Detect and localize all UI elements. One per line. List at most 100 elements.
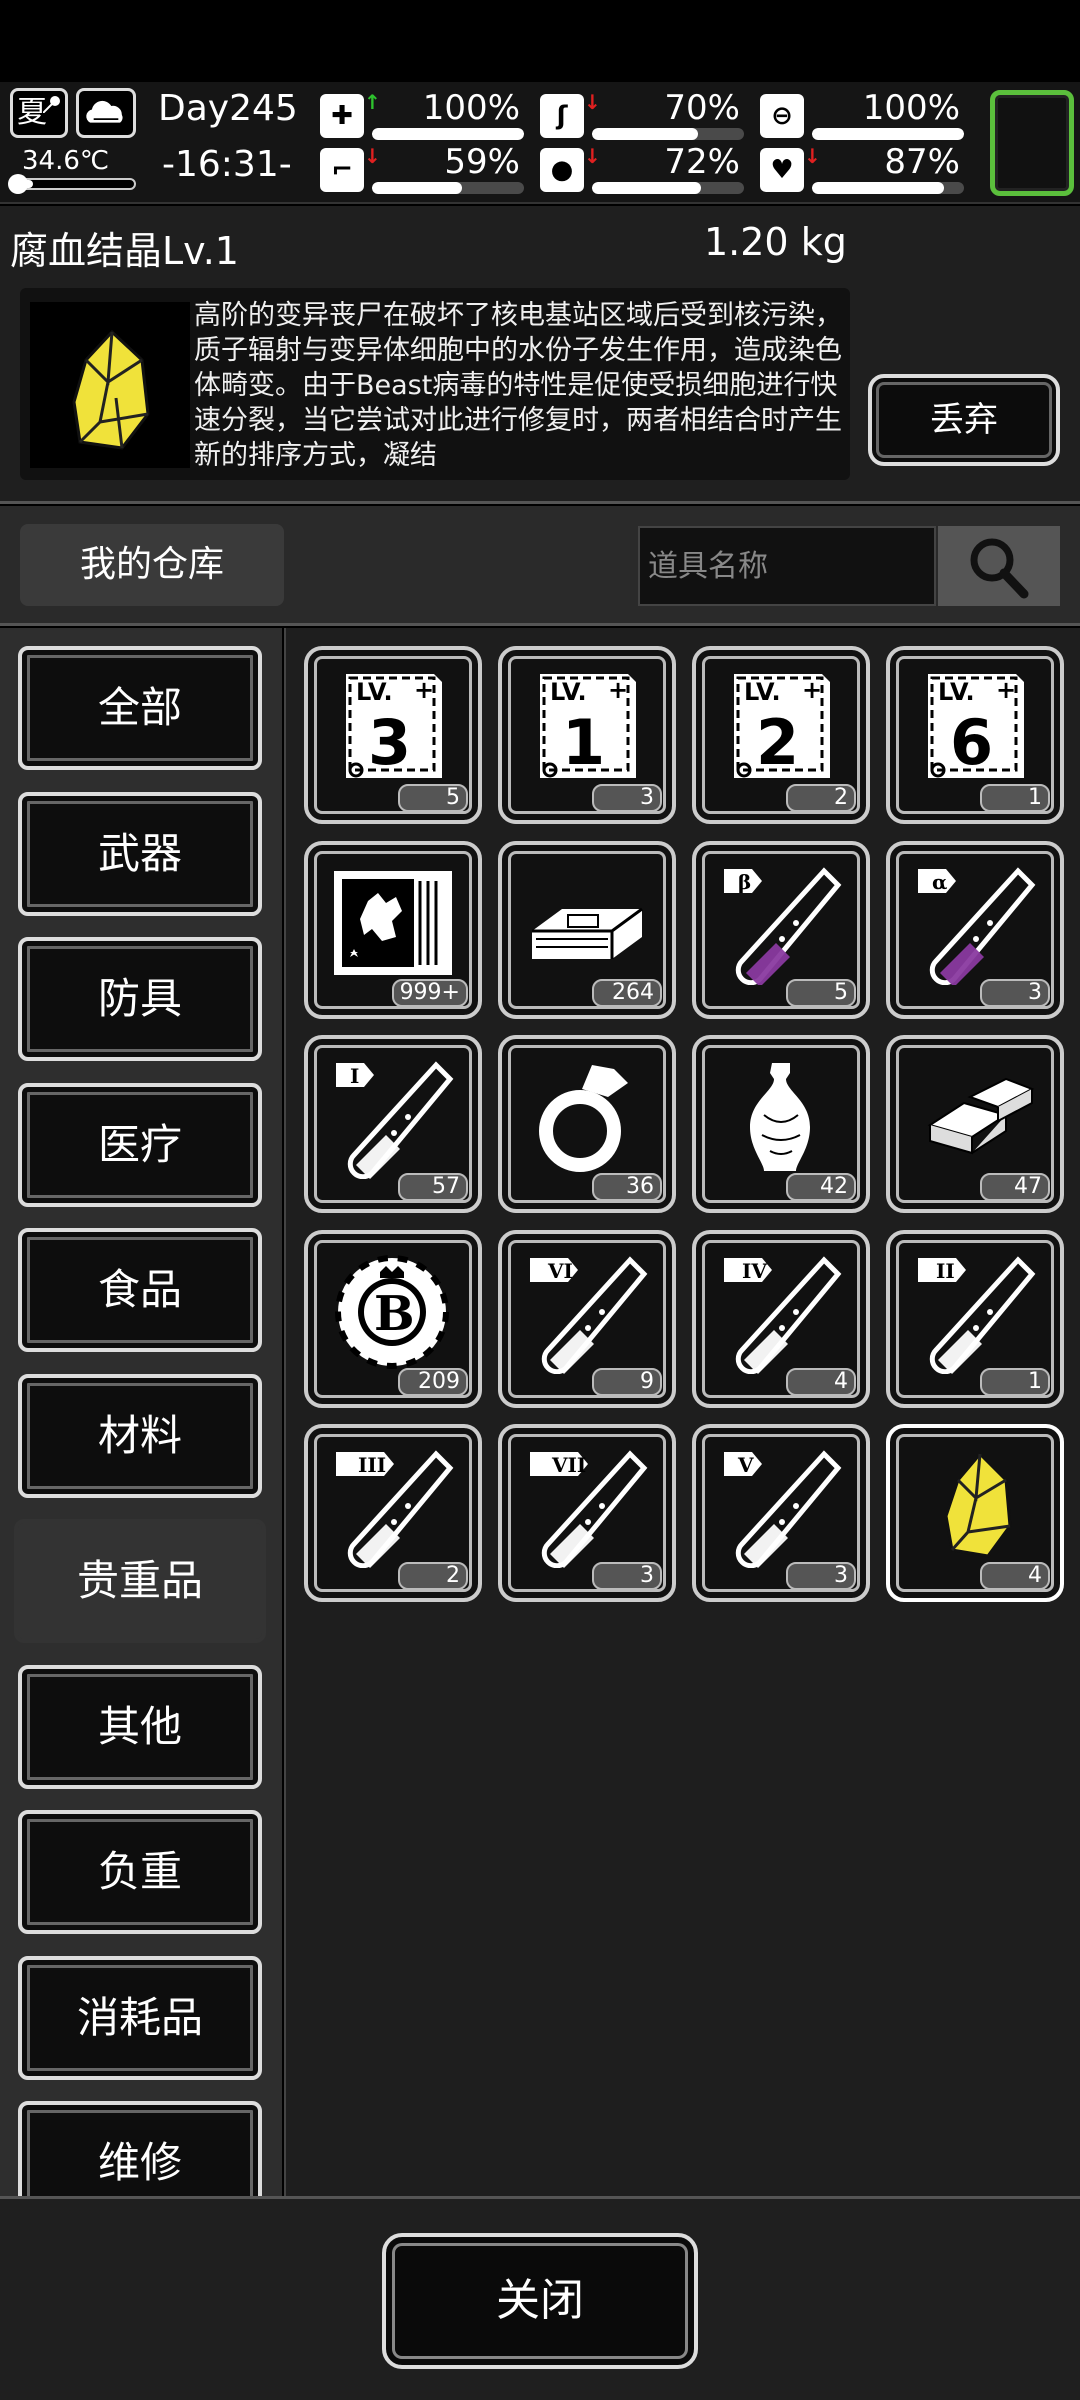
category-tab[interactable]: 防具	[18, 937, 262, 1061]
item-quantity: 5	[786, 978, 856, 1007]
inventory-item[interactable]: 36	[498, 1035, 676, 1213]
stat-thirst: ● ↓ 72%	[540, 142, 746, 196]
item-quantity: 209	[398, 1367, 468, 1396]
equipped-slot[interactable]	[990, 90, 1074, 196]
svg-text:+: +	[608, 676, 628, 704]
inventory-item[interactable]: III 2	[304, 1424, 482, 1602]
category-tab[interactable]: 全部	[18, 646, 262, 770]
category-tab[interactable]: 维修	[18, 2101, 262, 2196]
yellow-crystal-icon	[30, 302, 190, 468]
stat-value: 72%	[664, 142, 740, 182]
category-tab[interactable]: 贵重品	[14, 1519, 266, 1643]
svg-text:α: α	[932, 870, 947, 894]
svg-text:1: 1	[562, 706, 605, 779]
inventory-item[interactable]: II 1	[886, 1229, 1064, 1408]
inventory-item[interactable]: 999+	[304, 840, 482, 1019]
item-quantity: 3	[592, 1562, 662, 1590]
svg-text:LV.: LV.	[744, 678, 781, 706]
close-button[interactable]: 关闭	[382, 2233, 698, 2369]
item-name-search-input[interactable]	[638, 526, 936, 606]
item-description-box: 高阶的变异丧尸在破坏了核电基站区域后受到核污染，质子辐射与变异体细胞中的水份子发…	[20, 288, 850, 480]
item-quantity: 264	[592, 978, 662, 1007]
season-indicator: 夏	[10, 88, 68, 138]
inventory-item[interactable]: LV. + 1 3	[498, 646, 676, 824]
stat-value: 59%	[444, 142, 520, 182]
inventory-item[interactable]: V 3	[692, 1424, 870, 1602]
item-quantity: 999+	[391, 978, 468, 1007]
svg-text:6: 6	[950, 706, 993, 779]
category-tab[interactable]: 消耗品	[18, 1955, 262, 2080]
inventory-item[interactable]: LV. + 6 1	[886, 646, 1064, 824]
inventory-item[interactable]: 42	[692, 1035, 870, 1213]
sun-icon	[43, 96, 60, 113]
search-button[interactable]	[938, 526, 1060, 606]
item-quantity: 3	[980, 978, 1050, 1007]
inventory-item[interactable]: 4	[886, 1424, 1064, 1602]
inventory-item[interactable]: VII 3	[498, 1424, 676, 1602]
beta-test-tube-icon: β	[716, 861, 846, 987]
inventory-item[interactable]: I 57	[304, 1035, 482, 1213]
inventory-item[interactable]: 47	[886, 1035, 1064, 1213]
category-tab[interactable]: 医疗	[18, 1082, 262, 1207]
item-quantity: 4	[786, 1367, 856, 1396]
bottom-bar: 关闭	[0, 2196, 1080, 2400]
item-quantity: 4	[980, 1562, 1050, 1590]
cloudy-weather-icon	[76, 88, 136, 138]
category-tab[interactable]: 材料	[18, 1373, 262, 1498]
svg-text:3: 3	[368, 706, 411, 779]
stat-mood: ♥ ↓ 87%	[760, 142, 966, 196]
inventory-item[interactable]: IV 4	[692, 1229, 870, 1408]
test-tube-v-icon: V	[716, 1444, 846, 1569]
item-quantity: 3	[786, 1562, 856, 1590]
category-tab[interactable]: 武器	[18, 791, 262, 916]
stat-bar	[372, 128, 524, 140]
gold-bars-icon	[910, 1055, 1040, 1179]
category-sidebar: 全部武器防具医疗食品材料贵重品其他负重消耗品维修	[0, 628, 282, 2196]
item-grid: LV. + 3 5 LV. + 1 3 LV. + 2 2 LV. + 6 1	[284, 628, 1080, 2196]
test-tube-ii-icon: II	[910, 1250, 1040, 1374]
category-tab[interactable]: 食品	[18, 1228, 262, 1352]
category-tab[interactable]: 负重	[18, 1810, 262, 1934]
svg-text:II: II	[936, 1259, 955, 1283]
stat-bar	[812, 128, 964, 140]
inventory-item[interactable]: B 209	[304, 1229, 482, 1408]
item-quantity: 47	[980, 1173, 1050, 1201]
arrow-up-icon: ↑	[364, 90, 381, 114]
stat-value: 70%	[664, 88, 740, 128]
blueprint-lv3-icon: LV. + 3	[328, 666, 458, 790]
stat-bar	[592, 128, 744, 140]
inventory-item[interactable]: LV. + 2 2	[692, 646, 870, 824]
svg-text:IV: IV	[742, 1259, 767, 1283]
item-name: 腐血结晶Lv.1	[10, 229, 239, 273]
item-quantity: 36	[592, 1173, 662, 1201]
stat-energy: ⊖ 100%	[760, 88, 966, 142]
stat-bar	[372, 182, 524, 194]
game-clock: -16:31-	[162, 144, 292, 185]
medkit-icon: ✚	[320, 94, 364, 138]
thermometer-icon	[8, 174, 28, 194]
temperature-gauge: 34.6℃	[8, 144, 136, 196]
svg-text:VI: VI	[547, 1259, 573, 1283]
diamond-ring-icon	[522, 1055, 652, 1179]
cash-bundle-icon	[522, 861, 652, 985]
inventory-item[interactable]: VI 9	[498, 1229, 676, 1408]
test-tube-vi-icon: VI	[522, 1250, 652, 1374]
svg-text:LV.: LV.	[550, 678, 587, 706]
inventory-item[interactable]: LV. + 3 5	[304, 646, 482, 824]
blueprint-lv2-icon: LV. + 2	[716, 666, 846, 790]
my-warehouse-button[interactable]: 我的仓库	[20, 524, 284, 606]
item-description: 高阶的变异丧尸在破坏了核电基站区域后受到核污染，质子辐射与变异体细胞中的水份子发…	[194, 300, 842, 471]
bitcoin-chip-icon: B	[328, 1250, 458, 1374]
item-detail-panel: 腐血结晶Lv.1 1.20 kg 高阶的变异丧尸在破坏了核电基站区域后受到核污染…	[0, 206, 1080, 504]
category-tab[interactable]: 其他	[18, 1664, 262, 1789]
item-quantity: 2	[398, 1562, 468, 1590]
item-weight: 1.20 kg	[704, 220, 847, 264]
boot-icon: ⌐	[320, 148, 364, 192]
inventory-item[interactable]: β 5	[692, 840, 870, 1019]
discard-button[interactable]: 丢弃	[868, 374, 1060, 466]
blueprint-lv6-icon: LV. + 6	[910, 666, 1040, 790]
test-tube-vii-icon: VII	[522, 1444, 652, 1569]
inventory-item[interactable]: α 3	[886, 840, 1064, 1019]
inventory-item[interactable]: 264	[498, 840, 676, 1019]
stat-bar	[812, 182, 964, 194]
